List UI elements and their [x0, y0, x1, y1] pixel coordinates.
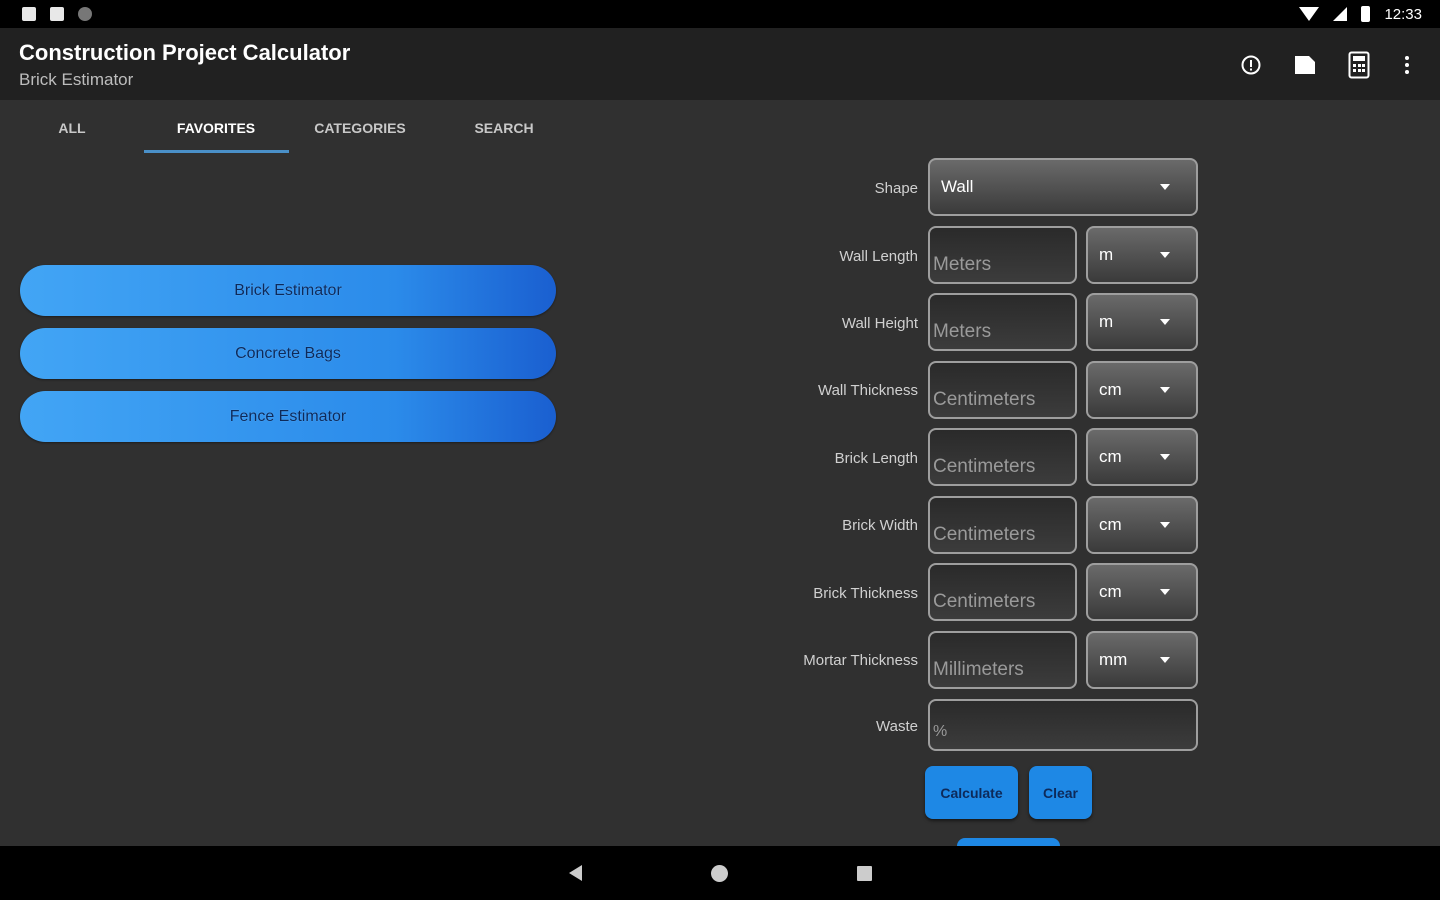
unit-value: m [1099, 245, 1114, 264]
chevron-down-icon [1160, 319, 1170, 325]
brick-length-unit-dropdown[interactable]: cm [1086, 428, 1198, 486]
wall-length-input[interactable] [928, 226, 1077, 284]
signal-icon [1333, 7, 1348, 21]
brick-width-unit-dropdown[interactable]: cm [1086, 496, 1198, 554]
back-icon[interactable] [569, 865, 582, 881]
wall-thickness-unit-dropdown[interactable]: cm [1086, 361, 1198, 419]
favorite-concrete-bags-button[interactable]: Concrete Bags [20, 328, 556, 379]
chevron-down-icon [1160, 387, 1170, 393]
more-vert-icon[interactable] [1394, 52, 1420, 78]
info-icon[interactable] [1238, 52, 1264, 78]
tab-search[interactable]: SEARCH [432, 100, 576, 156]
wall-length-label: Wall Length [839, 248, 918, 265]
unit-value: cm [1099, 582, 1122, 601]
notification-icon [22, 7, 36, 21]
calculate-button[interactable]: Calculate [925, 766, 1018, 819]
favorite-fence-estimator-button[interactable]: Fence Estimator [20, 391, 556, 442]
chevron-down-icon [1160, 252, 1170, 258]
sync-icon [78, 7, 92, 21]
tab-categories[interactable]: CATEGORIES [288, 100, 432, 156]
sd-card-icon [50, 7, 64, 21]
chevron-down-icon [1160, 522, 1170, 528]
mortar-thickness-unit-dropdown[interactable]: mm [1086, 631, 1198, 689]
waste-input[interactable] [928, 699, 1198, 751]
battery-icon [1361, 6, 1371, 22]
tab-favorites[interactable]: FAVORITES [144, 100, 288, 156]
unit-value: cm [1099, 447, 1122, 466]
chevron-down-icon [1160, 454, 1170, 460]
wall-height-input[interactable] [928, 293, 1077, 351]
status-time: 12:33 [1384, 5, 1422, 23]
calculator-icon[interactable] [1346, 51, 1372, 79]
navigation-bar [0, 846, 1440, 900]
unit-value: cm [1099, 380, 1122, 399]
clear-button[interactable]: Clear [1029, 766, 1092, 819]
app-subtitle: Brick Estimator [19, 70, 134, 89]
brick-width-input[interactable] [928, 496, 1077, 554]
wifi-icon [1299, 7, 1320, 21]
app-bar: Construction Project Calculator Brick Es… [0, 28, 1440, 100]
brick-length-input[interactable] [928, 428, 1077, 486]
wall-thickness-input[interactable] [928, 361, 1077, 419]
brick-width-label: Brick Width [842, 517, 918, 534]
shape-label: Shape [874, 180, 918, 197]
wall-thickness-label: Wall Thickness [817, 382, 918, 399]
home-icon[interactable] [711, 865, 728, 882]
chevron-down-icon [1160, 657, 1170, 663]
chevron-down-icon [1160, 589, 1170, 595]
app-title: Construction Project Calculator [19, 40, 351, 65]
tab-bar: ALL FAVORITES CATEGORIES SEARCH [0, 100, 720, 156]
brick-thickness-input[interactable] [928, 563, 1077, 621]
mortar-thickness-label: Mortar Thickness [803, 652, 918, 669]
mortar-thickness-input[interactable] [928, 631, 1077, 689]
favorite-brick-estimator-button[interactable]: Brick Estimator [20, 265, 556, 316]
recent-apps-icon[interactable] [857, 866, 872, 881]
brick-thickness-label: Brick Thickness [813, 585, 918, 602]
save-icon[interactable] [1292, 52, 1318, 78]
unit-value: mm [1099, 650, 1128, 669]
wall-height-label: Wall Height [841, 315, 918, 332]
wall-length-unit-dropdown[interactable]: m [1086, 226, 1198, 284]
brick-length-label: Brick Length [834, 450, 918, 467]
tab-all[interactable]: ALL [0, 100, 144, 156]
chevron-down-icon [1160, 184, 1170, 190]
unit-value: m [1099, 312, 1114, 331]
brick-thickness-unit-dropdown[interactable]: cm [1086, 563, 1198, 621]
waste-label: Waste [876, 718, 918, 735]
shape-value: Wall [941, 177, 974, 196]
status-bar: 12:33 [0, 0, 1440, 28]
unit-value: cm [1099, 515, 1122, 534]
tab-indicator [144, 150, 289, 153]
wall-height-unit-dropdown[interactable]: m [1086, 293, 1198, 351]
shape-dropdown[interactable]: Wall [928, 158, 1198, 216]
